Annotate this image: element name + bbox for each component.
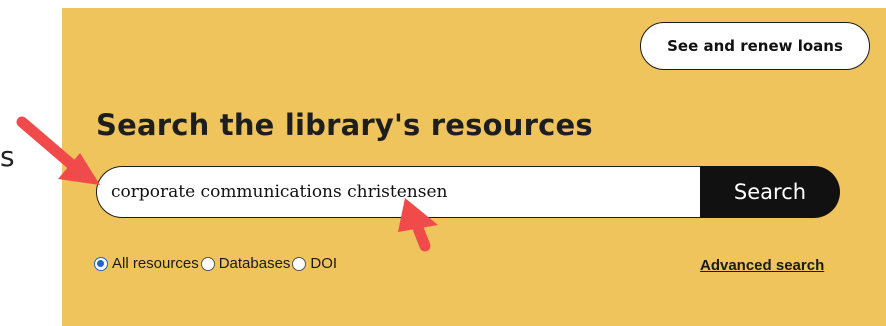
left-text-fragment: s	[0, 140, 15, 173]
advanced-search-link[interactable]: Advanced search	[700, 257, 824, 274]
search-bar: Search	[96, 166, 840, 218]
see-and-renew-loans-button[interactable]: See and renew loans	[640, 22, 870, 70]
search-button[interactable]: Search	[700, 166, 840, 218]
radio-label-all-resources: All resources	[112, 255, 199, 272]
radio-button-all-resources[interactable]	[94, 256, 108, 271]
page-title: Search the library's resources	[96, 108, 593, 142]
search-panel: See and renew loans Search the library's…	[62, 8, 886, 326]
radio-label-doi: DOI	[310, 255, 338, 272]
radio-doi[interactable]: DOI	[292, 255, 337, 272]
radio-button-doi[interactable]	[292, 256, 307, 271]
radio-databases[interactable]: Databases	[200, 255, 291, 272]
search-scope-filters: All resources Databases DOI	[94, 255, 339, 272]
page: s See and renew loans Search the library…	[0, 0, 886, 326]
radio-all-resources[interactable]: All resources	[94, 255, 199, 272]
search-input[interactable]	[96, 166, 700, 218]
radio-button-databases[interactable]	[200, 256, 215, 271]
radio-label-databases: Databases	[218, 255, 291, 272]
